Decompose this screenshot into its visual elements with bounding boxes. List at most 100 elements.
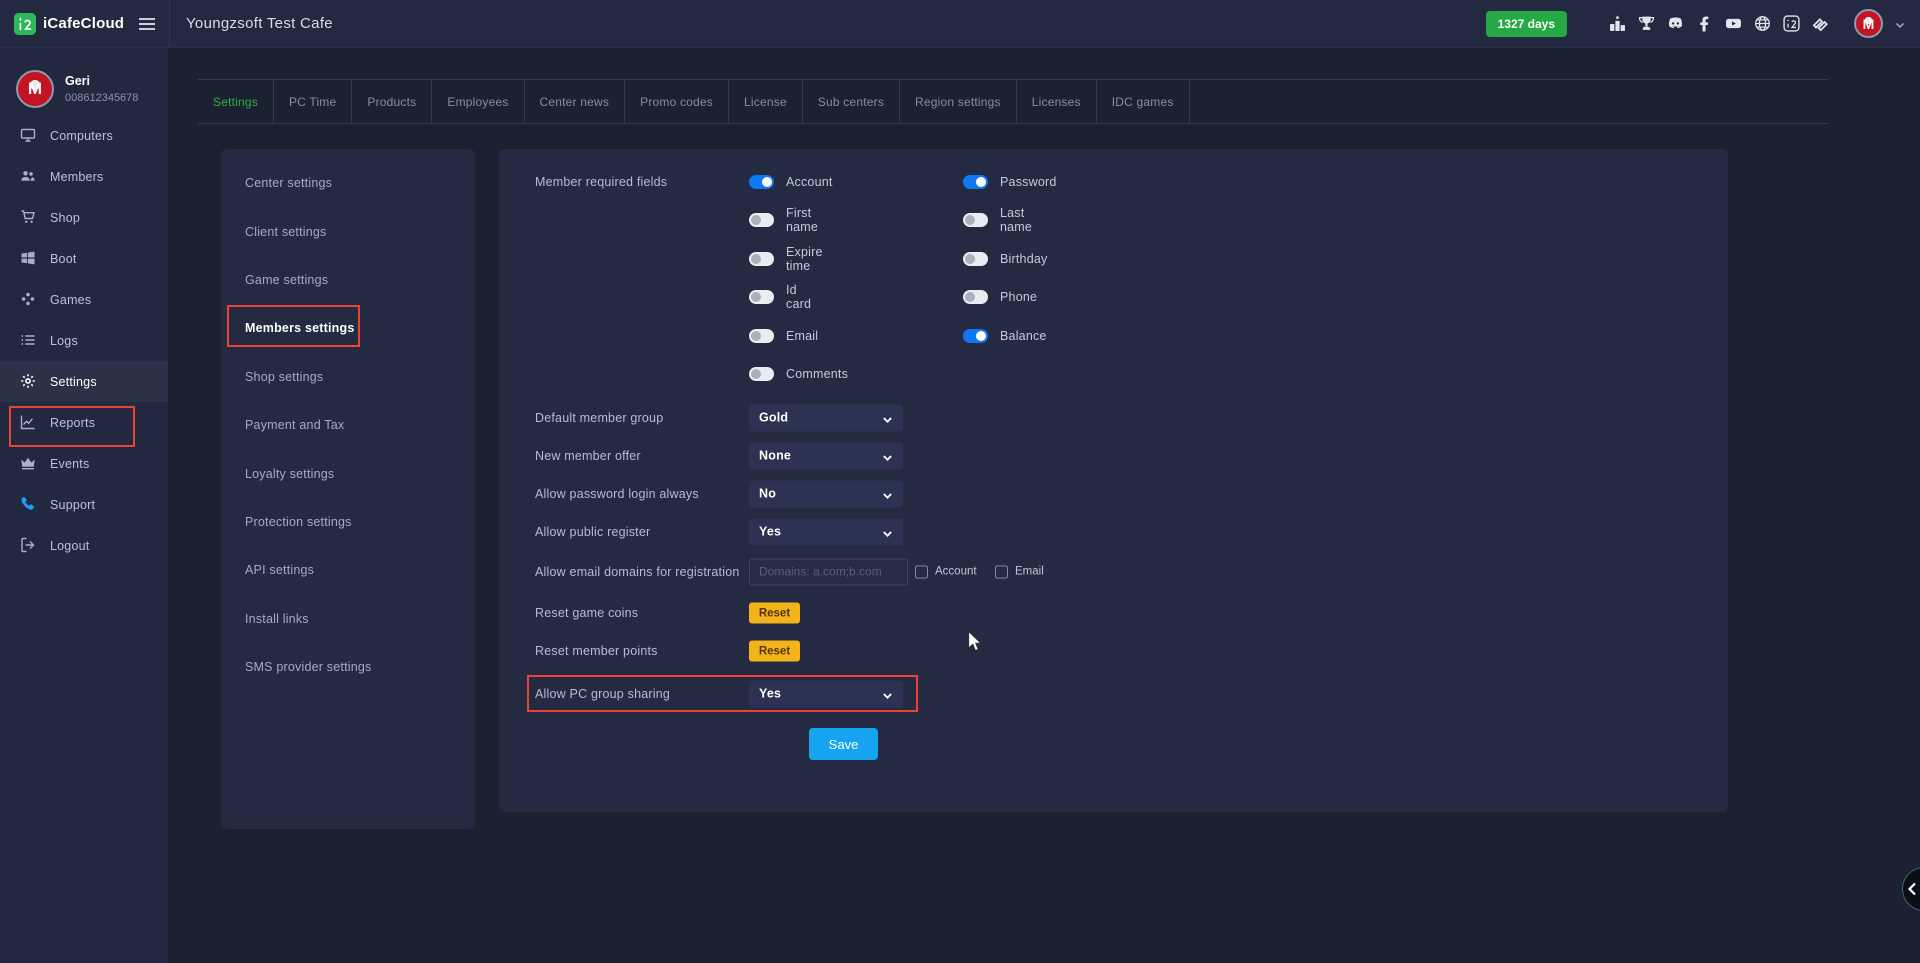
sidebar: M Geri 008612345678 ComputersMembers Shop… [0, 48, 168, 963]
toggle-row-password: Password [963, 175, 1056, 189]
tab-settings[interactable]: Settings [198, 80, 274, 123]
required-fields-label: Member required fields [535, 175, 667, 189]
user-block: M Geri 008612345678 [16, 70, 138, 108]
checkbox-group-email: Email [995, 565, 1044, 578]
header: iCafeCloud Youngzsoft Test Cafe 1327 day… [0, 0, 1920, 48]
tab-sub-centers[interactable]: Sub centers [803, 80, 900, 123]
subnav-item-shop-settings[interactable]: Shop settings [221, 353, 475, 401]
sidebar-item-boot[interactable]: Boot [0, 238, 168, 279]
select-allow-pc-group-sharing-select[interactable]: Yes [749, 680, 903, 707]
logs-icon [20, 332, 37, 349]
toggle-first-name[interactable] [749, 213, 774, 227]
tab-employees[interactable]: Employees [432, 80, 524, 123]
toggle-password[interactable] [963, 175, 988, 189]
toggle-label: Comments [786, 367, 848, 381]
subnav-item-protection-settings[interactable]: Protection settings [221, 498, 475, 546]
toggle-label: Balance [1000, 329, 1047, 343]
select-allow-password-login-always-select[interactable]: No [749, 480, 903, 507]
members-settings-form: Member required fields AccountFirst name… [499, 149, 1728, 812]
avatar[interactable]: M [1854, 9, 1883, 38]
tab-products[interactable]: Products [352, 80, 432, 123]
subnav-item-payment-and-tax[interactable]: Payment and Tax [221, 401, 475, 449]
subnav-item-center-settings[interactable]: Center settings [221, 159, 475, 207]
sidebar-item-settings[interactable]: Settings [0, 361, 168, 402]
checkbox-email[interactable] [995, 565, 1008, 578]
tab-licenses[interactable]: Licenses [1017, 80, 1097, 123]
facebook-icon[interactable] [1695, 15, 1713, 33]
checkbox-account[interactable] [915, 565, 928, 578]
chevron-down-icon [882, 688, 893, 699]
select-allow-public-register-select[interactable]: Yes [749, 518, 903, 545]
sidebar-item-computers[interactable]: Computers [0, 115, 168, 156]
save-button[interactable]: Save [809, 728, 878, 760]
hamburger-icon[interactable] [137, 14, 157, 34]
select-new-member-offer-select[interactable]: None [749, 442, 903, 469]
chevron-down-icon [882, 526, 893, 537]
toggle-account[interactable] [749, 175, 774, 189]
youngzsoft-icon[interactable] [1811, 15, 1829, 33]
checkbox-label: Email [1015, 566, 1044, 578]
select-allow-public-register-label: Allow public register [535, 525, 650, 539]
tab-license[interactable]: License [729, 80, 803, 123]
sidebar-item-logout[interactable]: Logout [0, 525, 168, 566]
trophy-icon[interactable] [1637, 15, 1655, 33]
license-days-badge[interactable]: 1327 days [1486, 11, 1567, 37]
support-icon [20, 496, 37, 513]
subnav-item-install-links[interactable]: Install links [221, 595, 475, 643]
sidebar-item-shop[interactable]: Shop [0, 197, 168, 238]
toggle-phone[interactable] [963, 290, 988, 304]
subnav-item-sms-provider-settings[interactable]: SMS provider settings [221, 643, 475, 691]
toggle-birthday[interactable] [963, 252, 988, 266]
reset-member-points-button[interactable]: Reset [749, 641, 800, 662]
collapse-panel-button[interactable] [1902, 867, 1920, 911]
tab-center-news[interactable]: Center news [525, 80, 626, 123]
toggle-comments[interactable] [749, 367, 774, 381]
toggle-email[interactable] [749, 329, 774, 343]
settings-icon [20, 373, 37, 390]
sidebar-item-logs[interactable]: Logs [0, 320, 168, 361]
select-new-member-offer-label: New member offer [535, 449, 641, 463]
tab-region-settings[interactable]: Region settings [900, 80, 1017, 123]
computers-icon [20, 127, 37, 144]
sidebar-item-label: Shop [50, 211, 80, 225]
tab-promo-codes[interactable]: Promo codes [625, 80, 729, 123]
chevron-left-icon [1905, 881, 1920, 897]
chevron-down-icon[interactable] [1894, 18, 1906, 30]
toggle-label: Phone [1000, 290, 1037, 304]
select-allow-public-register-value: Yes [759, 525, 781, 539]
toggle-id-card[interactable] [749, 290, 774, 304]
toggle-row-expire-time: Expire time [749, 245, 823, 273]
toggle-last-name[interactable] [963, 213, 988, 227]
sidebar-item-games[interactable]: Games [0, 279, 168, 320]
ranking-icon[interactable] [1608, 15, 1626, 33]
youtube-icon[interactable] [1724, 15, 1742, 33]
subnav-item-loyalty-settings[interactable]: Loyalty settings [221, 449, 475, 497]
toggle-expire-time[interactable] [749, 252, 774, 266]
header-icons [1608, 15, 1829, 33]
reset-member-points-label: Reset member points [535, 644, 658, 658]
subnav-item-game-settings[interactable]: Game settings [221, 256, 475, 304]
tab-pc-time[interactable]: PC Time [274, 80, 352, 123]
tab-bar: SettingsPC TimeProductsEmployeesCenter n… [198, 79, 1828, 124]
toggle-row-comments: Comments [749, 367, 848, 381]
toggle-balance[interactable] [963, 329, 988, 343]
subnav-item-members-settings[interactable]: Members settings [221, 304, 475, 352]
discord-icon[interactable] [1666, 15, 1684, 33]
subnav-item-api-settings[interactable]: API settings [221, 546, 475, 594]
globe-icon[interactable] [1753, 15, 1771, 33]
chevron-down-icon [882, 412, 893, 423]
sidebar-item-events[interactable]: Events [0, 443, 168, 484]
sidebar-item-support[interactable]: Support [0, 484, 168, 525]
select-default-member-group-select[interactable]: Gold [749, 404, 903, 431]
tab-idc-games[interactable]: IDC games [1097, 80, 1190, 123]
reset-game-coins-button[interactable]: Reset [749, 603, 800, 624]
subnav-item-client-settings[interactable]: Client settings [221, 207, 475, 255]
toggle-label: Expire time [786, 245, 823, 273]
email-domains-input[interactable] [749, 558, 908, 585]
sidebar-item-members[interactable]: Members [0, 156, 168, 197]
sidebar-item-label: Settings [50, 375, 97, 389]
chevron-down-icon [882, 488, 893, 499]
brand-name: iCafeCloud [43, 15, 124, 32]
icafecloud-icon[interactable] [1782, 15, 1800, 33]
sidebar-item-reports[interactable]: Reports [0, 402, 168, 443]
